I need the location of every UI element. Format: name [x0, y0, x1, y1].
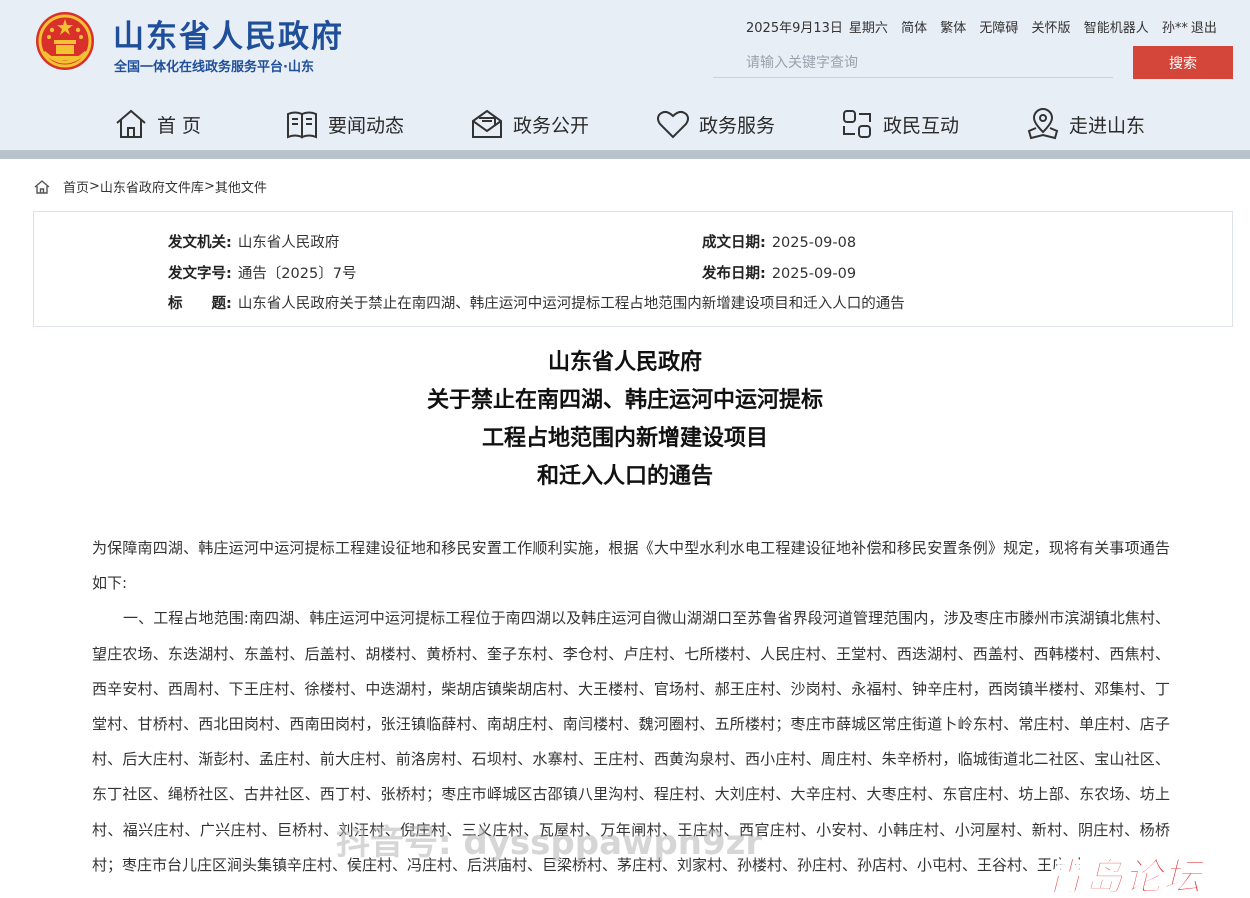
- top-links: 2025年9月13日 星期六 简体 繁体 无障碍 关怀版 智能机器人 孙** 退出: [746, 17, 1226, 36]
- nav-shandong[interactable]: 走进山东: [1025, 100, 1145, 148]
- logout-link[interactable]: 退出: [1191, 21, 1217, 36]
- breadcrumb-sep: >: [203, 179, 215, 194]
- home-icon: [34, 179, 50, 194]
- heart-icon: [657, 110, 689, 139]
- link-traditional[interactable]: 繁体: [940, 21, 966, 36]
- nav-services[interactable]: 政务服务: [655, 100, 775, 148]
- nav-label: 政务服务: [699, 114, 776, 137]
- nav-open-gov[interactable]: 政务公开: [469, 100, 589, 148]
- title-value: 山东省人民政府关于禁止在南四湖、韩庄运河中运河提标工程占地范围内新增建设项目和迁…: [237, 296, 905, 312]
- meta-created: 成文日期: 2025-09-08: [702, 231, 856, 252]
- book-icon: [287, 111, 317, 139]
- user-name[interactable]: 孙**: [1162, 21, 1188, 36]
- main-nav: 首 页 要闻动态 政务公开 政务服务 政民互动 走进山东: [0, 100, 1250, 150]
- breadcrumb-home[interactable]: 首页: [63, 177, 89, 196]
- site-header: 山东省人民政府 全国一体化在线政务服务平台·山东 2025年9月13日 星期六 简…: [0, 0, 1250, 152]
- current-weekday: 星期六: [848, 21, 888, 36]
- link-care-mode[interactable]: 关怀版: [1032, 21, 1071, 36]
- intro-paragraph: 为保障南四湖、韩庄运河中运河提标工程建设征地和移民安置工作顺利实施，根据《大中型…: [92, 539, 1170, 593]
- link-simplified[interactable]: 简体: [901, 21, 927, 36]
- published-label: 发布日期:: [702, 266, 766, 282]
- interaction-icon: [843, 110, 871, 138]
- document-meta: 发文机关: 山东省人民政府 成文日期: 2025-09-08 发文字号: 通告〔202…: [33, 211, 1233, 327]
- search-input[interactable]: [713, 48, 1113, 78]
- title-label: 标 题:: [168, 296, 232, 312]
- meta-published: 发布日期: 2025-09-09: [702, 262, 856, 283]
- breadcrumb-level2[interactable]: 其他文件: [215, 177, 267, 196]
- meta-title: 标 题: 山东省人民政府关于禁止在南四湖、韩庄运河中运河提标工程占地范围内新增建设…: [168, 292, 905, 313]
- created-value: 2025-09-08: [771, 235, 857, 251]
- doc-title-line2: 关于禁止在南四湖、韩庄运河中运河提标: [426, 388, 823, 413]
- site-title: 山东省人民政府: [113, 19, 344, 55]
- issuer-value: 山东省人民政府: [237, 235, 340, 251]
- home-icon: [116, 109, 146, 138]
- forum-watermark: 青岛论坛: [1045, 855, 1203, 898]
- site-subtitle: 全国一体化在线政务服务平台·山东: [114, 60, 314, 75]
- nav-divider: [0, 150, 1250, 159]
- issuer-label: 发文机关:: [168, 235, 232, 251]
- nav-home[interactable]: 首 页: [113, 100, 201, 148]
- nav-label: 走进山东: [1069, 114, 1146, 137]
- published-value: 2025-09-09: [771, 266, 857, 282]
- current-date: 2025年9月13日: [746, 21, 843, 36]
- nav-news[interactable]: 要闻动态: [284, 100, 404, 148]
- nav-label: 政民互动: [883, 114, 960, 137]
- nav-label: 要闻动态: [328, 114, 405, 137]
- doc-title-line4: 和迁入人口的通告: [536, 464, 713, 489]
- meta-issuer: 发文机关: 山东省人民政府: [168, 231, 339, 252]
- mail-icon: [472, 109, 502, 138]
- created-label: 成文日期:: [702, 235, 766, 251]
- meta-doc-no: 发文字号: 通告〔2025〕7号: [168, 262, 356, 283]
- breadcrumb-sep: >: [89, 179, 100, 194]
- doc-title-line1: 山东省人民政府: [547, 350, 702, 375]
- douyin-watermark: 抖音号: dyssppawpn9zr: [336, 823, 763, 863]
- link-accessibility[interactable]: 无障碍: [979, 21, 1018, 36]
- doc-no-label: 发文字号:: [168, 266, 232, 282]
- doc-title-line3: 工程占地范围内新增建设项目: [481, 426, 768, 451]
- breadcrumb-level1[interactable]: 山东省政府文件库: [100, 177, 204, 196]
- location-icon: [1027, 108, 1059, 140]
- link-robot[interactable]: 智能机器人: [1084, 21, 1149, 36]
- national-emblem-icon: [36, 12, 94, 70]
- breadcrumb: 首页 > 山东省政府文件库 > 其他文件: [33, 177, 267, 196]
- nav-label: 政务公开: [513, 114, 590, 137]
- nav-label: 首 页: [157, 114, 202, 137]
- search-button[interactable]: 搜索: [1133, 46, 1233, 79]
- nav-interaction[interactable]: 政民互动: [839, 100, 959, 148]
- doc-no-value: 通告〔2025〕7号: [237, 266, 357, 282]
